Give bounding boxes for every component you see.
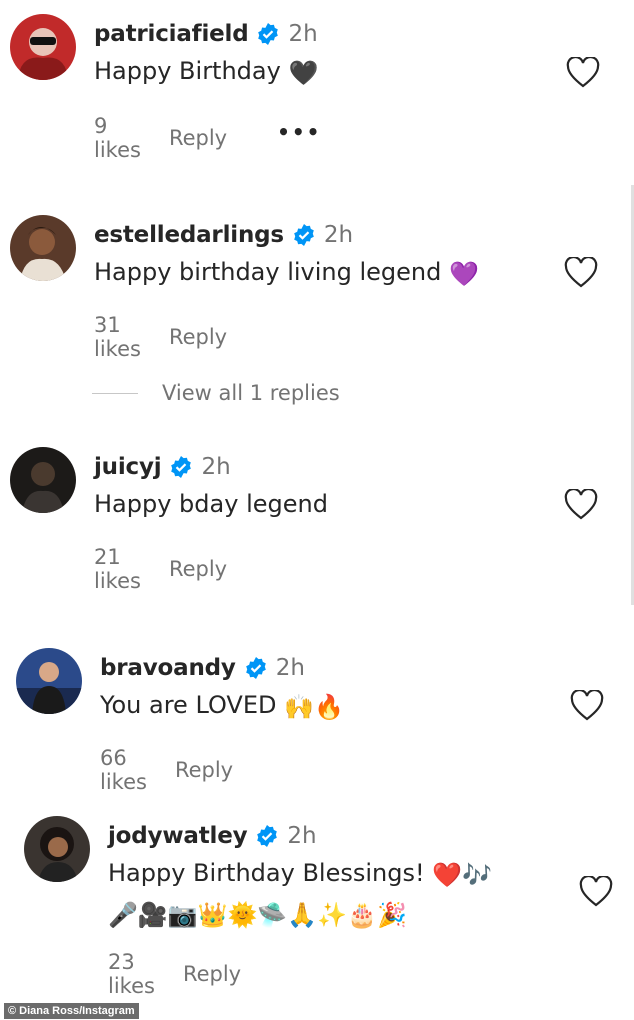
comment-actions: 23 likes Reply	[108, 950, 241, 998]
reply-button[interactable]: Reply	[183, 962, 241, 986]
comment-text: Happy birthday living legend 💜	[94, 253, 554, 291]
reply-button[interactable]: Reply	[169, 126, 227, 150]
heart-music-icon: ❤️🎶	[432, 861, 492, 889]
username[interactable]: jodywatley	[108, 823, 248, 849]
likes-count[interactable]: 23 likes	[108, 950, 155, 998]
celebration-emoji-row: 🎤🎥📷👑🌞🛸🙏✨🎂🎉	[108, 901, 407, 929]
like-heart-icon[interactable]	[566, 57, 600, 89]
like-heart-icon[interactable]	[570, 690, 604, 722]
reply-button[interactable]: Reply	[175, 758, 233, 782]
username[interactable]: juicyj	[94, 454, 162, 480]
view-replies-divider	[92, 392, 138, 394]
comment-body: bravoandy 2h You are LOVED 🙌🔥	[100, 652, 560, 724]
comment-actions: 66 likes Reply	[100, 746, 233, 794]
avatar[interactable]	[10, 14, 76, 80]
verified-badge-icon	[292, 223, 316, 247]
like-heart-icon[interactable]	[579, 876, 613, 908]
comment-body: juicyj 2h Happy bday legend	[94, 451, 554, 523]
verified-badge-icon	[169, 455, 193, 479]
likes-count[interactable]: 31 likes	[94, 313, 141, 361]
reply-button[interactable]: Reply	[169, 325, 227, 349]
timestamp: 2h	[275, 655, 305, 681]
comment-text-content: You are LOVED	[100, 691, 277, 719]
photo-credit: © Diana Ross/Instagram	[4, 1003, 139, 1019]
view-replies-label[interactable]: View all 1 replies	[162, 381, 340, 405]
comment-text: Happy bday legend	[94, 490, 328, 518]
verified-badge-icon	[244, 656, 268, 680]
comment-emoji-line: 🎤🎥📷👑🌞🛸🙏✨🎂🎉	[108, 894, 568, 932]
comment-text-content: Happy birthday living legend	[94, 258, 442, 286]
username[interactable]: estelledarlings	[94, 222, 284, 248]
comment-text: Happy Birthday 🖤	[94, 52, 554, 90]
comment-actions: 9 likes Reply •••	[94, 114, 321, 162]
likes-count[interactable]: 66 likes	[100, 746, 147, 794]
comment-text: Happy Birthday Blessings! ❤️🎶	[108, 854, 568, 892]
like-heart-icon[interactable]	[564, 489, 598, 521]
avatar[interactable]	[10, 447, 76, 513]
comment-text-content: Happy Birthday Blessings!	[108, 859, 425, 887]
comment-body: jodywatley 2h Happy Birthday Blessings! …	[108, 820, 568, 932]
comment-text: You are LOVED 🙌🔥	[100, 686, 560, 724]
verified-badge-icon	[256, 22, 280, 46]
likes-count[interactable]: 21 likes	[94, 545, 141, 593]
username[interactable]: bravoandy	[100, 655, 236, 681]
comment-actions: 21 likes Reply	[94, 545, 227, 593]
more-options-icon[interactable]: •••	[277, 120, 321, 144]
timestamp: 2h	[288, 21, 318, 47]
avatar[interactable]	[10, 215, 76, 281]
reply-button[interactable]: Reply	[169, 557, 227, 581]
avatar[interactable]	[24, 816, 90, 882]
timestamp: 2h	[201, 454, 231, 480]
black-heart-icon: 🖤	[288, 59, 319, 87]
avatar[interactable]	[16, 648, 82, 714]
scrollbar-track[interactable]	[630, 0, 634, 1020]
verified-badge-icon	[255, 824, 279, 848]
comment-body: estelledarlings 2h Happy birthday living…	[94, 219, 554, 291]
like-heart-icon[interactable]	[564, 257, 598, 289]
timestamp: 2h	[287, 823, 317, 849]
raised-hands-fire-icon: 🙌🔥	[284, 693, 344, 721]
purple-heart-icon: 💜	[449, 260, 479, 288]
likes-count[interactable]: 9 likes	[94, 114, 141, 162]
timestamp: 2h	[323, 222, 354, 248]
username[interactable]: patriciafield	[94, 21, 249, 47]
comment-text-content: Happy Birthday	[94, 57, 281, 85]
view-replies[interactable]: View all 1 replies	[92, 381, 340, 405]
comment-actions: 31 likes Reply	[94, 313, 227, 361]
comment-body: patriciafield 2h Happy Birthday 🖤	[94, 18, 554, 90]
